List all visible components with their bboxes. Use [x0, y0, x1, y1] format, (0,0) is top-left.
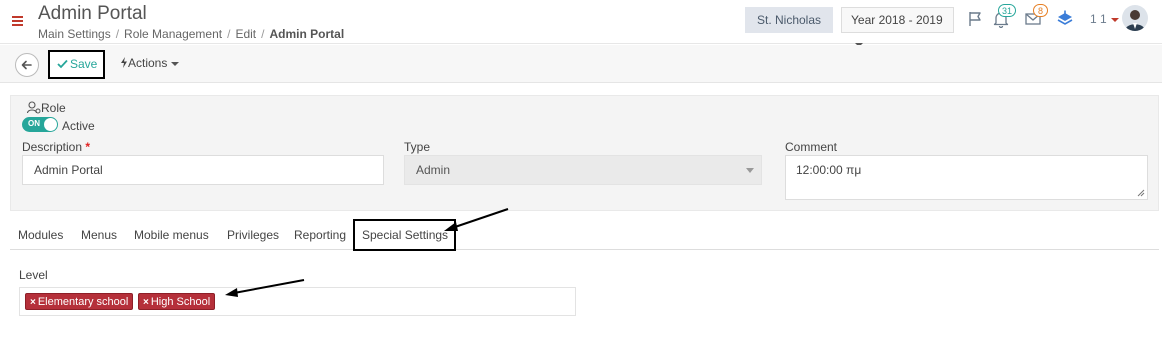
year-selector[interactable]: Year 2018 - 2019: [841, 7, 954, 47]
arrow-left-icon: [21, 60, 32, 70]
type-select[interactable]: Admin: [404, 155, 762, 185]
required-mark: *: [85, 140, 91, 154]
tab-reporting[interactable]: Reporting: [294, 228, 346, 242]
tab-privileges[interactable]: Privileges: [227, 228, 279, 242]
comment-value: 12:00:00 πμ: [796, 163, 862, 177]
type-value: Admin: [416, 163, 451, 177]
bolt-icon: [121, 57, 127, 68]
toggle-knob: [44, 118, 57, 131]
tag-elementary-school: × Elementary school: [25, 293, 134, 310]
remove-tag-icon[interactable]: ×: [143, 297, 149, 308]
school-selector[interactable]: St. Nicholas: [745, 7, 833, 33]
description-label-text: Description: [22, 140, 83, 154]
tab-menus[interactable]: Menus: [81, 228, 117, 242]
tab-modules[interactable]: Modules: [18, 228, 63, 242]
remove-tag-icon[interactable]: ×: [30, 297, 36, 308]
active-label: Active: [62, 119, 95, 133]
save-button[interactable]: Save: [48, 50, 105, 79]
user-menu[interactable]: 1 1: [1090, 12, 1119, 26]
page-title: Admin Portal: [38, 3, 147, 24]
menu-icon[interactable]: [12, 16, 23, 26]
description-input[interactable]: Admin Portal: [22, 155, 384, 185]
top-header: Admin Portal Main Settings / Role Manageme…: [0, 0, 1162, 47]
level-label: Level: [19, 268, 48, 282]
breadcrumb-current: Admin Portal: [269, 27, 345, 41]
tag-high-school: × High School: [138, 293, 216, 310]
messages-badge: 8: [1033, 4, 1048, 17]
save-label: Save: [70, 57, 98, 71]
breadcrumb: Main Settings / Role Management / Edit / Admin…: [38, 27, 345, 41]
actions-dropdown[interactable]: Actions: [120, 56, 180, 70]
avatar[interactable]: [1122, 5, 1148, 31]
tag-label: High School: [150, 296, 211, 308]
annotation-arrow-icon: [225, 279, 305, 297]
back-button[interactable]: [15, 53, 39, 77]
chevron-down-icon: [171, 61, 180, 66]
active-toggle[interactable]: ON: [22, 117, 58, 132]
tag-label: Elementary school: [37, 296, 129, 308]
toolbar: Save Actions: [0, 45, 1162, 83]
chevron-down-icon: [1110, 17, 1119, 22]
comment-label: Comment: [785, 140, 838, 154]
year-label: Year 2018 - 2019: [851, 13, 943, 27]
description-label: Description *: [22, 140, 90, 154]
toggle-text: ON: [28, 119, 40, 128]
check-icon: [57, 59, 68, 69]
comment-textarea[interactable]: 12:00:00 πμ: [785, 155, 1148, 200]
resize-handle-icon[interactable]: [1137, 189, 1145, 197]
flag-icon[interactable]: [966, 10, 984, 28]
layers-icon[interactable]: [1056, 10, 1074, 28]
tab-bar: Modules Menus Mobile menus Privileges Re…: [10, 219, 1159, 251]
chevron-down-icon: [746, 168, 754, 173]
notifications-badge: 31: [998, 4, 1017, 17]
actions-label: Actions: [128, 56, 168, 70]
annotation-arrow-icon: [444, 208, 509, 231]
breadcrumb-main-settings[interactable]: Main Settings: [38, 27, 111, 41]
role-label: Role: [41, 101, 66, 115]
user-gear-icon: [26, 101, 41, 114]
breadcrumb-edit[interactable]: Edit: [235, 27, 256, 41]
type-label: Type: [404, 140, 431, 154]
breadcrumb-role-management[interactable]: Role Management: [124, 27, 222, 41]
user-label: 1 1: [1090, 12, 1107, 26]
tab-mobile-menus[interactable]: Mobile menus: [134, 228, 209, 242]
role-section-title: Role: [26, 101, 66, 115]
